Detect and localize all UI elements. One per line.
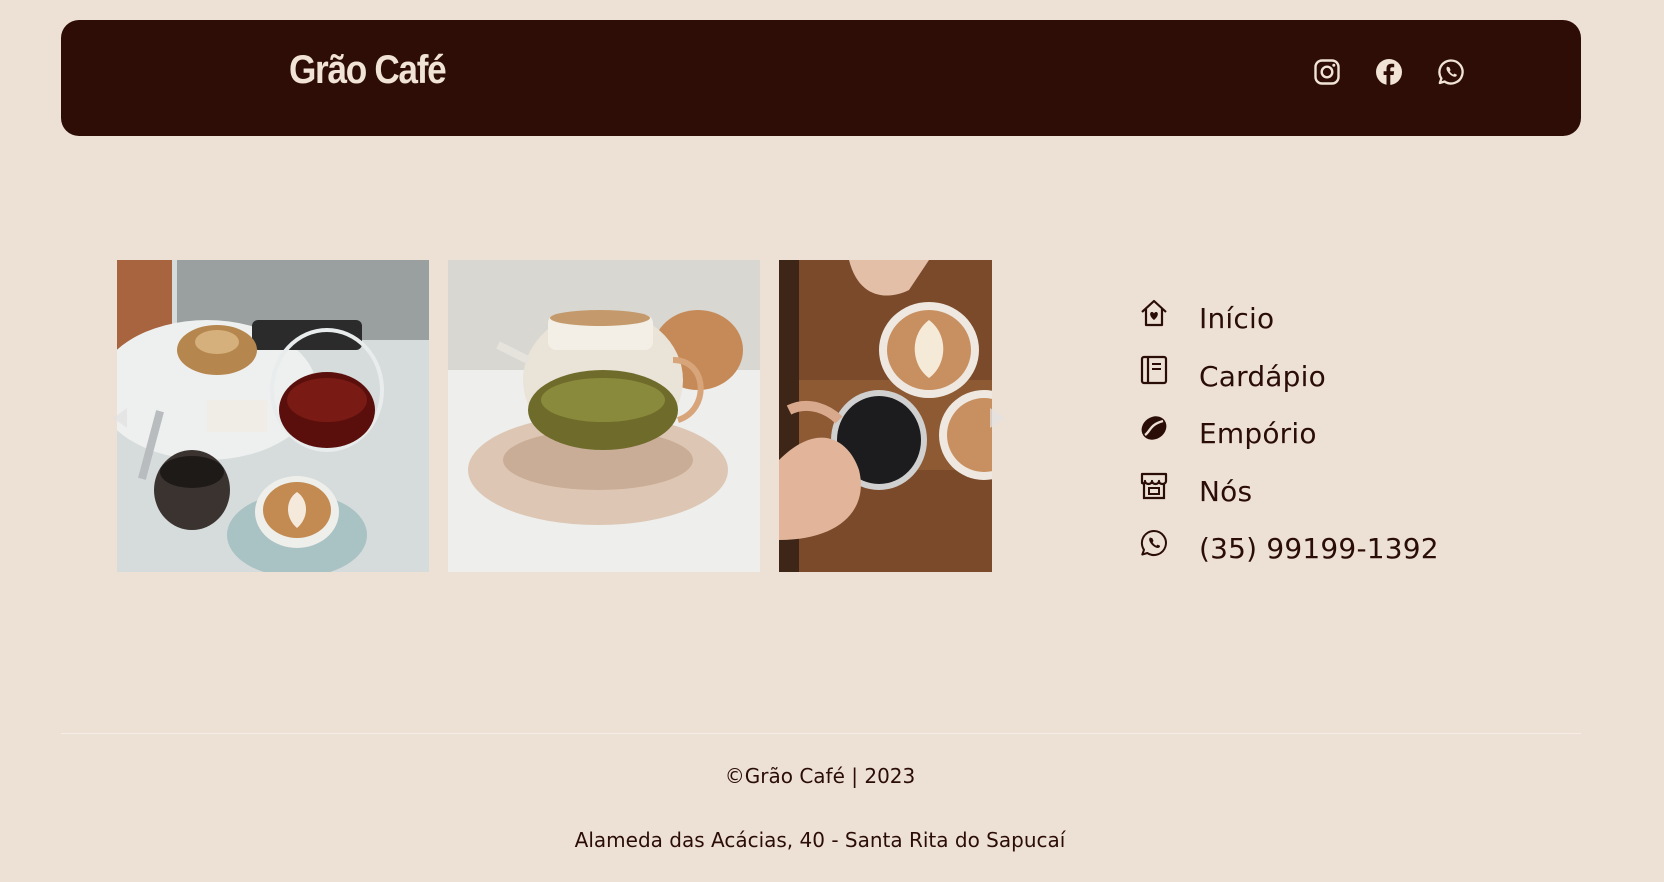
- nav-label: Nós: [1199, 474, 1253, 508]
- copyright-text: ©Grão Café | 2023: [724, 764, 916, 788]
- phone-number: (35) 99199-1392: [1199, 532, 1439, 566]
- whatsapp-icon[interactable]: [1437, 58, 1465, 86]
- nav-label: Início: [1199, 302, 1275, 336]
- site-header: Grão Café: [61, 20, 1581, 136]
- facebook-icon[interactable]: [1375, 58, 1403, 86]
- store-icon: [1139, 470, 1169, 500]
- teapot-photo: [448, 260, 760, 572]
- home-heart-icon: [1139, 298, 1169, 328]
- social-links: [1313, 58, 1465, 86]
- brand-logo[interactable]: Grão Café: [289, 48, 447, 93]
- footer-divider: [61, 733, 1581, 734]
- nav-item-phone[interactable]: (35) 99199-1392: [1139, 520, 1439, 578]
- cappuccino-toast-photo: [779, 260, 992, 572]
- main-nav: Início Cardápio Empório Nós (35) 99199-1…: [1139, 290, 1439, 578]
- whatsapp-icon: [1139, 528, 1169, 558]
- nav-item-inicio[interactable]: Início: [1139, 290, 1439, 348]
- carousel-track: [117, 260, 992, 572]
- nav-item-cardapio[interactable]: Cardápio: [1139, 348, 1439, 406]
- address-text: Alameda das Acácias, 40 - Santa Rita do …: [574, 828, 1066, 852]
- nav-label: Empório: [1199, 417, 1317, 451]
- coffee-bean-icon: [1139, 413, 1169, 443]
- latte-and-carafe-photo: [117, 260, 429, 572]
- menu-book-icon: [1139, 355, 1169, 385]
- carousel-next-arrow[interactable]: [990, 408, 1004, 428]
- carousel-prev-arrow[interactable]: [113, 408, 127, 428]
- photo-carousel[interactable]: [97, 242, 1004, 586]
- nav-label: Cardápio: [1199, 359, 1326, 393]
- nav-item-emporio[interactable]: Empório: [1139, 405, 1439, 463]
- nav-item-nos[interactable]: Nós: [1139, 463, 1439, 521]
- instagram-icon[interactable]: [1313, 58, 1341, 86]
